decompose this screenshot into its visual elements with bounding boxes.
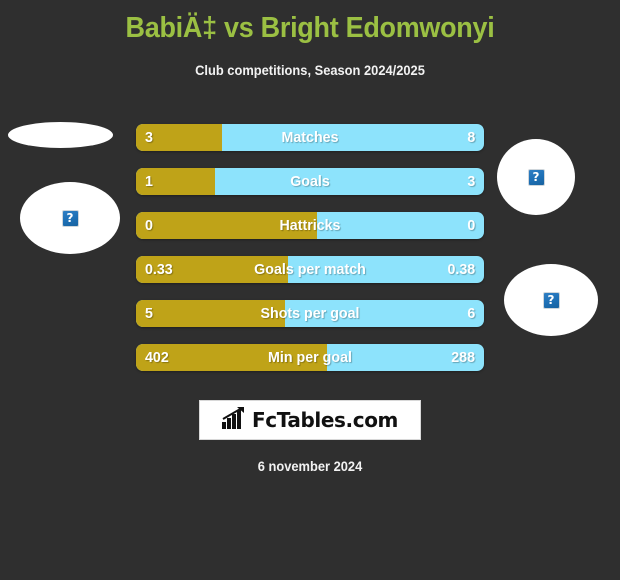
stat-label: Goals per match (254, 261, 366, 278)
stat-away-value: 3 (467, 173, 475, 190)
stat-label: Min per goal (268, 349, 352, 366)
fctables-logo-text: FcTables.com (252, 408, 398, 432)
report-date: 6 november 2024 (257, 458, 363, 474)
stat-label: Shots per goal (260, 305, 360, 322)
stat-label: Hattricks (279, 217, 341, 234)
stat-away-value: 6 (467, 305, 475, 322)
stat-comparison-chart: 3 Matches 8 1 Goals 3 0 Hattricks 0 0.33 Goals per… (136, 124, 484, 388)
broken-image-icon: ? (542, 291, 560, 309)
broken-image-icon: ? (61, 209, 79, 227)
page-title: BabiÄ‡ vs Bright Edomwonyi (125, 12, 495, 44)
stat-away-value: 8 (467, 129, 475, 146)
stat-row: 1 Goals 3 (136, 168, 484, 195)
stat-row: 0.33 Goals per match 0.38 (136, 256, 484, 283)
stat-label: Matches (281, 129, 339, 146)
stat-row: 5 Shots per goal 6 (136, 300, 484, 327)
stat-row: 0 Hattricks 0 (136, 212, 484, 239)
stat-label: Goals (290, 173, 330, 190)
fctables-logo[interactable]: FcTables.com (199, 400, 421, 440)
page-subtitle: Club competitions, Season 2024/2025 (195, 62, 425, 78)
stat-away-value: 0 (467, 217, 475, 234)
broken-image-icon: ? (527, 168, 545, 186)
stat-row: 402 Min per goal 288 (136, 344, 484, 371)
stat-away-value: 0.38 (447, 261, 475, 278)
home-player-photo-placeholder: ? (20, 182, 120, 254)
away-player-photo-secondary-placeholder: ? (504, 264, 598, 336)
home-player-photo-top-shape (8, 122, 113, 148)
away-player-photo-placeholder: ? (497, 139, 575, 215)
stat-row: 3 Matches 8 (136, 124, 484, 151)
stat-away-value: 288 (451, 349, 475, 366)
bar-chart-icon (222, 406, 248, 434)
